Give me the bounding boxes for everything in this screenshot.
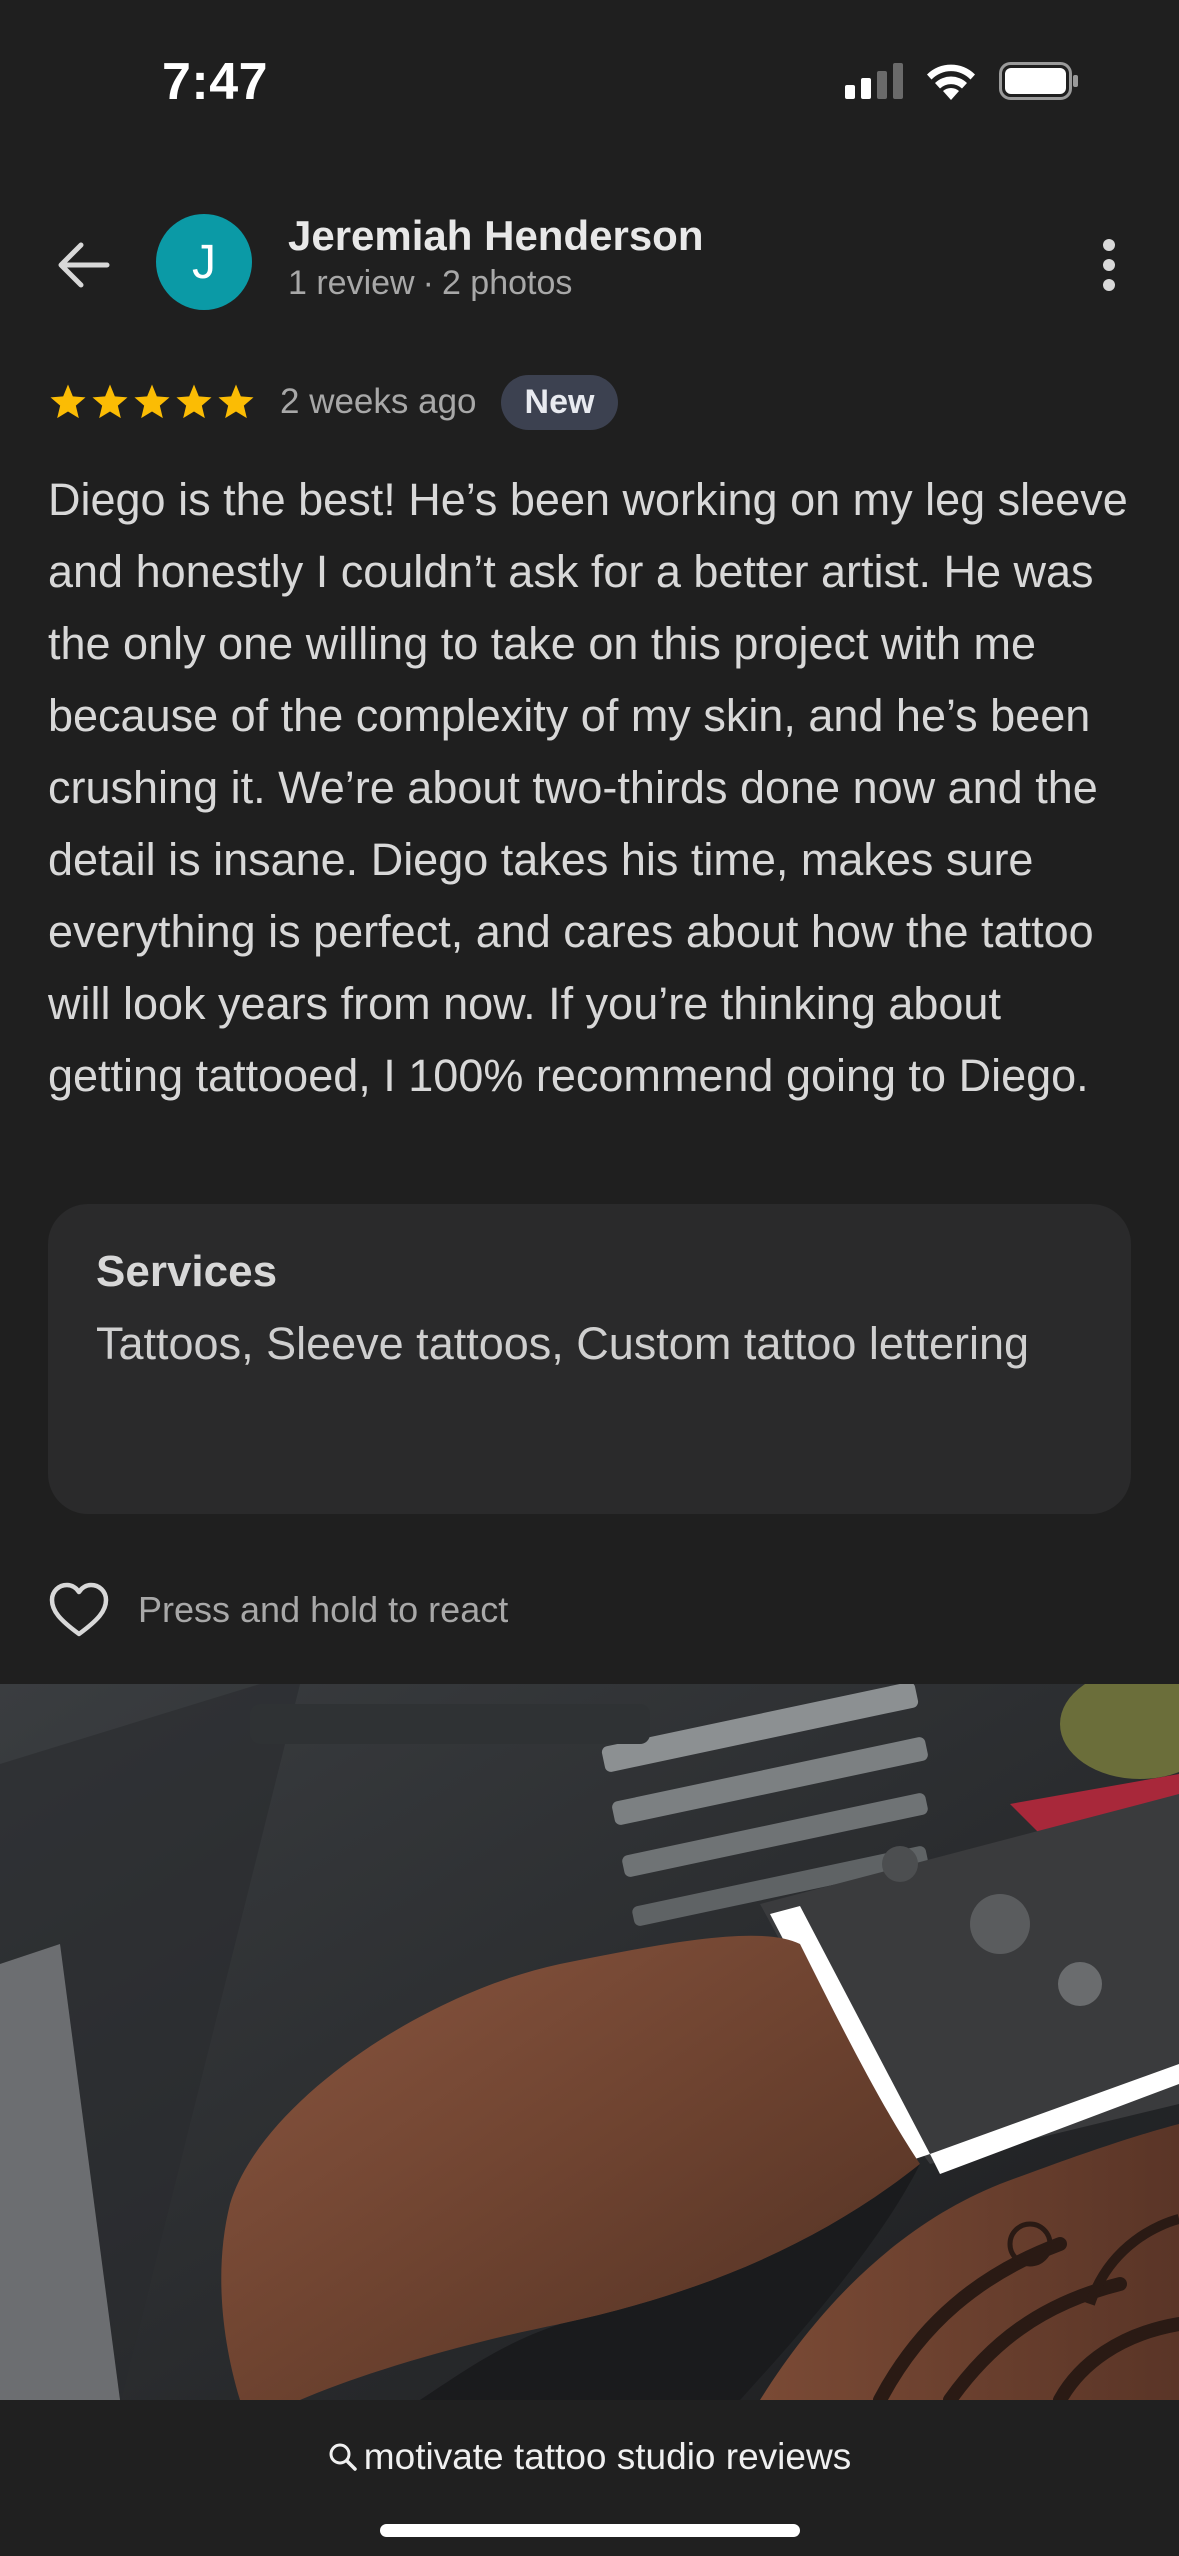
rating-row: 2 weeks ago New	[48, 372, 619, 432]
star-icon	[92, 384, 128, 419]
heart-outline-icon	[49, 1582, 109, 1637]
search-icon	[329, 2443, 357, 2471]
review-time: 2 weeks ago	[280, 382, 477, 421]
react-label: Press and hold to react	[138, 1589, 509, 1630]
meta-separator: ·	[422, 264, 434, 302]
review-text: Diego is the best! He’s been working on …	[48, 474, 1128, 1101]
star-rating	[48, 382, 256, 422]
status-bar: 7:47	[0, 0, 1179, 170]
search-caption[interactable]: motivate tattoo studio reviews	[0, 2436, 1179, 2478]
star-icon	[218, 384, 254, 419]
home-indicator[interactable]	[380, 2524, 800, 2537]
bottom-bar: motivate tattoo studio reviews	[0, 2400, 1179, 2556]
search-caption-text: motivate tattoo studio reviews	[363, 2436, 852, 2477]
wifi-icon	[927, 64, 975, 100]
services-title: Services	[96, 1247, 278, 1296]
more-vert-icon	[1103, 239, 1115, 291]
react-button[interactable]: Press and hold to react	[48, 1580, 508, 1640]
reviewer-name[interactable]: Jeremiah Henderson	[288, 212, 704, 260]
cellular-signal-icon	[845, 63, 903, 99]
star-icon	[134, 384, 170, 419]
back-button[interactable]	[48, 230, 118, 300]
status-icons	[845, 62, 1079, 100]
arrow-back-icon	[58, 242, 110, 288]
review-count: 1 review	[288, 264, 415, 302]
star-icon	[50, 384, 86, 419]
services-card: Services Tattoos, Sleeve tattoos, Custom…	[48, 1204, 1131, 1514]
new-badge: New	[500, 374, 619, 430]
reviewer-meta: 1 review · 2 photos	[288, 264, 572, 303]
review-photo-image	[0, 1684, 1179, 2400]
review-photo[interactable]	[0, 1684, 1179, 2400]
status-time: 7:47	[162, 53, 269, 111]
photo-count: 2 photos	[441, 264, 573, 302]
reviewer-header: J Jeremiah Henderson 1 review · 2 photos	[0, 200, 1179, 330]
star-icon	[176, 384, 212, 419]
battery-icon	[999, 62, 1078, 100]
more-options-button[interactable]	[1079, 230, 1139, 300]
services-list: Tattoos, Sleeve tattoos, Custom tattoo l…	[96, 1318, 1030, 1369]
avatar[interactable]: J	[156, 214, 252, 310]
